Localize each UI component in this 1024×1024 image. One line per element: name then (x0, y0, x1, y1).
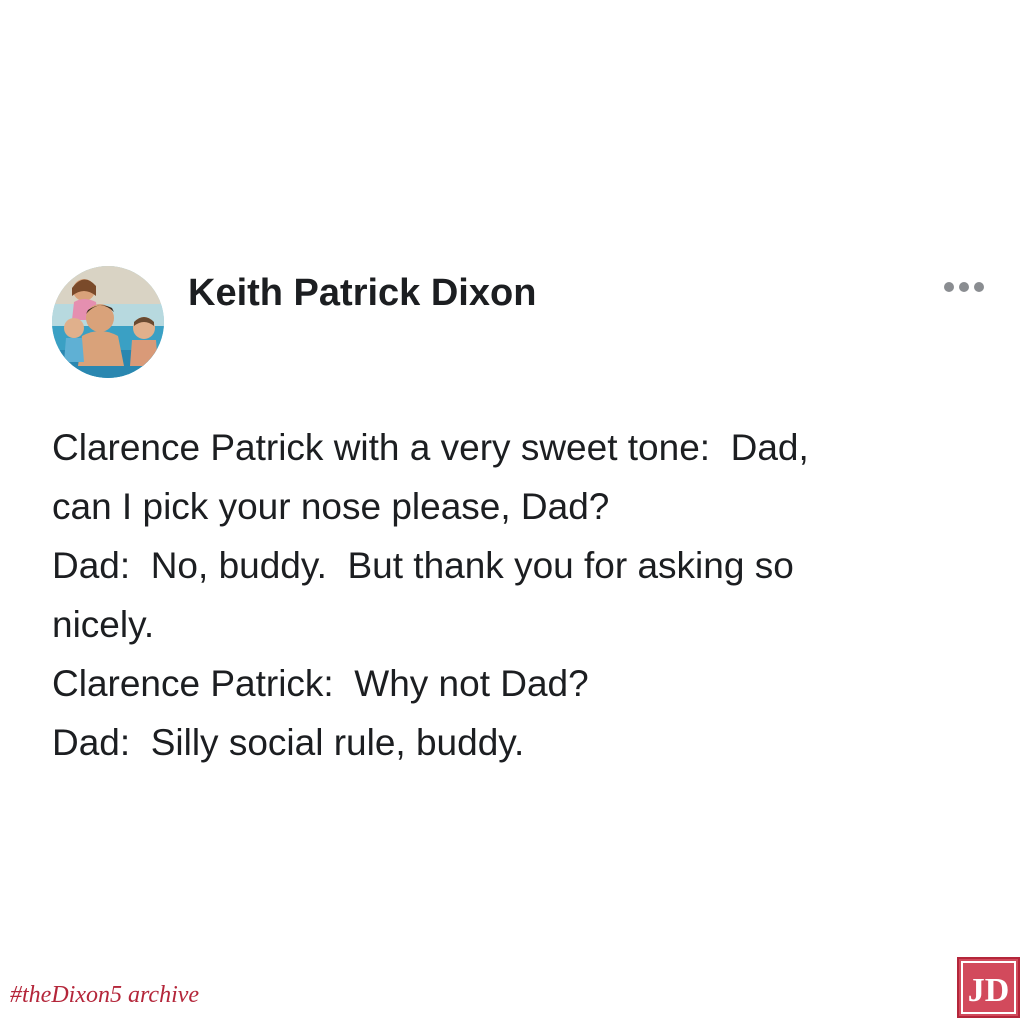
archive-watermark: #theDixon5 archive (10, 982, 200, 1008)
post-text-line: Dad: No, buddy. But thank you for asking… (52, 545, 794, 586)
post-header: Keith Patrick Dixon (52, 266, 992, 378)
avatar-photo (52, 266, 164, 378)
more-options-button[interactable] (936, 276, 992, 298)
jd-logo: JD (957, 957, 1020, 1018)
post-text-line: Clarence Patrick with a very sweet tone:… (52, 427, 809, 468)
more-horizontal-icon (944, 282, 984, 292)
post-card: Keith Patrick Dixon Clarence Patrick wit… (0, 0, 1024, 1024)
avatar[interactable] (52, 266, 164, 378)
logo-text: JD (968, 972, 1010, 1009)
author-name[interactable]: Keith Patrick Dixon (188, 270, 536, 316)
post-text-line: Clarence Patrick: Why not Dad? (52, 663, 589, 704)
post-text-line: can I pick your nose please, Dad? (52, 486, 610, 527)
post-text-line: nicely. (52, 604, 155, 645)
post-text-line: Dad: Silly social rule, buddy. (52, 722, 525, 763)
post-text: Clarence Patrick with a very sweet tone:… (52, 418, 992, 772)
